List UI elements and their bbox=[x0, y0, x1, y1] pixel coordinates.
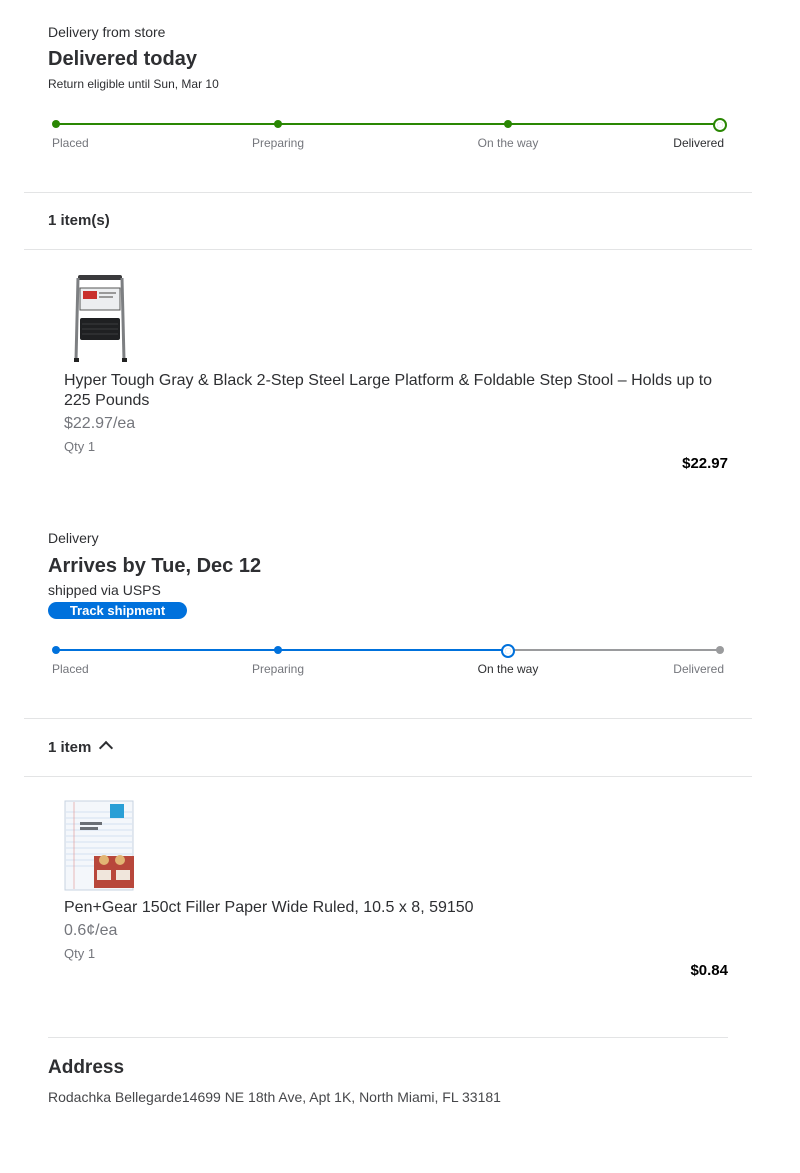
tracker-line-completed bbox=[56, 123, 720, 125]
filler-paper-image-graphic bbox=[64, 800, 134, 891]
tracker-line-pending bbox=[508, 649, 720, 651]
step-stool-image-graphic bbox=[74, 275, 127, 362]
tracker-step-label: Placed bbox=[52, 136, 89, 150]
section-divider bbox=[24, 249, 752, 250]
tracker-step-label: Preparing bbox=[251, 136, 305, 150]
carrier-label: shipped via USPS bbox=[48, 582, 161, 598]
tracker-current-dot-core bbox=[717, 122, 723, 128]
delivery-progress-tracker: Placed Preparing On the way Delivered bbox=[48, 642, 728, 692]
address-text: Rodachka Bellegarde14699 NE 18th Ave, Ap… bbox=[48, 1089, 501, 1105]
unit-price: 0.6¢/ea bbox=[64, 922, 118, 939]
tracker-step-dot bbox=[52, 120, 60, 128]
tracker-step-label: On the way bbox=[477, 136, 539, 150]
tracker-step-dot bbox=[713, 118, 727, 132]
tracker-line-completed bbox=[56, 649, 508, 651]
chevron-up-icon bbox=[99, 740, 114, 756]
product-name-line: Hyper Tough Gray & Black 2-Step Steel La… bbox=[64, 372, 713, 389]
tracker-step-dot bbox=[716, 646, 724, 654]
tracker-step-dot bbox=[274, 646, 282, 654]
quantity-label: Qty 1 bbox=[64, 439, 96, 454]
product-name-line: 225 Pounds bbox=[64, 392, 150, 409]
section-divider bbox=[24, 718, 752, 719]
tracker-step-dot bbox=[501, 644, 515, 658]
section-divider bbox=[48, 1037, 728, 1038]
section-divider bbox=[24, 776, 752, 777]
delivery-mode-label: Delivery from store bbox=[48, 24, 166, 40]
section-divider bbox=[24, 192, 752, 193]
step-stool-image[interactable] bbox=[64, 272, 136, 364]
items-collapse-toggle[interactable]: 1 item bbox=[48, 739, 114, 756]
tracker-step-label: On the way bbox=[477, 662, 539, 676]
unit-price: $22.97/ea bbox=[64, 415, 136, 432]
line-item-price: $22.97 bbox=[682, 455, 728, 472]
quantity-label: Qty 1 bbox=[64, 946, 96, 961]
filler-paper-image[interactable] bbox=[64, 800, 134, 891]
delivery-status-title: Arrives by Tue, Dec 12 bbox=[48, 555, 262, 577]
product-name[interactable]: Hyper Tough Gray & Black 2-Step Steel La… bbox=[64, 371, 744, 411]
address-heading: Address bbox=[48, 1057, 125, 1078]
tracker-step-label: Placed bbox=[52, 662, 89, 676]
tracker-step-dot bbox=[274, 120, 282, 128]
tracker-current-dot-core bbox=[505, 648, 511, 654]
line-item-price: $0.84 bbox=[690, 962, 728, 979]
delivery-progress-tracker: Placed Preparing On the way Delivered bbox=[48, 116, 728, 166]
items-count-header: 1 item(s) bbox=[48, 212, 110, 229]
tracker-step-label: Delivered bbox=[673, 662, 724, 676]
delivery-status-title: Delivered today bbox=[48, 48, 197, 70]
product-name[interactable]: Pen+Gear 150ct Filler Paper Wide Ruled, … bbox=[64, 898, 744, 918]
delivery-mode-label: Delivery bbox=[48, 530, 99, 546]
tracker-step-label: Preparing bbox=[251, 662, 305, 676]
tracker-step-label: Delivered bbox=[673, 136, 724, 150]
tracker-step-dot bbox=[504, 120, 512, 128]
return-eligibility-note: Return eligible until Sun, Mar 10 bbox=[48, 77, 219, 91]
track-shipment-button[interactable]: Track shipment bbox=[48, 602, 187, 619]
tracker-step-dot bbox=[52, 646, 60, 654]
items-count-header: 1 item bbox=[48, 739, 92, 756]
